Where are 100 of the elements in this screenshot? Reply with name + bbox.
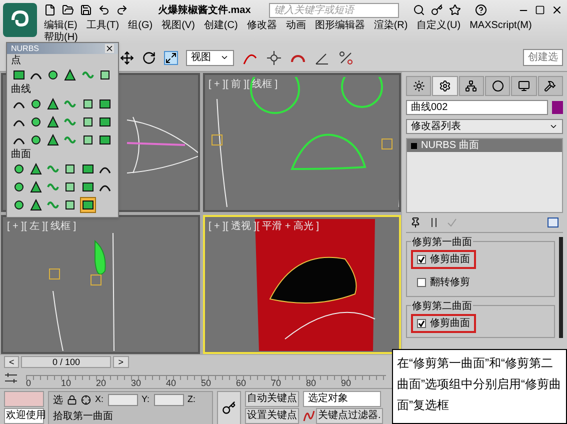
view-dropdown[interactable]: 视图: [186, 50, 234, 66]
menu-item[interactable]: 自定义(U): [416, 20, 461, 32]
check-icon[interactable]: [447, 217, 457, 228]
tool-icon: [47, 163, 60, 175]
stack-item[interactable]: NURBS 曲面: [407, 139, 562, 152]
auto-key-button[interactable]: 自动关键点: [245, 391, 299, 407]
menu-item[interactable]: 工具(T): [86, 20, 120, 32]
viewport[interactable]: [ + ][ 左 ][ 线框 ]: [1, 215, 200, 354]
tool-icon: [64, 163, 76, 175]
redo-icon[interactable]: [116, 4, 128, 16]
selection-set-field[interactable]: 创建选: [523, 49, 563, 66]
menu-item[interactable]: 图形编辑器: [314, 20, 365, 32]
tool-icon: [13, 181, 25, 193]
panel-tab[interactable]: [432, 76, 458, 96]
viewport-label[interactable]: [ + ][ 前 ][ 线框 ]: [208, 77, 278, 92]
viewport-label[interactable]: [ + ][ 透视 ][ 平滑 + 高光 ]: [208, 219, 320, 234]
key-filters-button[interactable]: 关键点过滤器.: [316, 408, 383, 424]
percent-snap-icon[interactable]: [338, 50, 354, 66]
checkbox-option[interactable]: 修剪曲面: [411, 250, 476, 269]
menu-item[interactable]: 渲染(R): [374, 20, 408, 32]
crosshair-icon[interactable]: [81, 395, 91, 405]
panel-tab[interactable]: [511, 76, 537, 96]
viewport-label[interactable]: [ + ][ 左 ][ 线框 ]: [7, 219, 76, 234]
open-folder-icon[interactable]: [62, 4, 74, 16]
schematic-icon[interactable]: [266, 50, 282, 66]
checkbox[interactable]: [417, 319, 426, 328]
checkbox[interactable]: [417, 255, 426, 264]
move-icon[interactable]: [120, 50, 134, 64]
close-icon[interactable]: [105, 44, 114, 53]
maximize-icon[interactable]: [535, 5, 545, 15]
show-result-icon[interactable]: [429, 217, 439, 228]
y-coordinate-field[interactable]: [154, 394, 184, 406]
listener-swatch[interactable]: [4, 391, 44, 407]
tool-icon: [47, 134, 60, 146]
menu-item[interactable]: 创建(C): [204, 20, 238, 32]
checkbox[interactable]: [417, 278, 426, 287]
viewport[interactable]: [ + ][ 前 ][ 线框 ]: [202, 73, 401, 212]
menu-item[interactable]: 帮助(H): [44, 32, 78, 44]
frame-tick-label: 50: [201, 378, 212, 388]
nurbs-tool-button[interactable]: [45, 114, 62, 130]
close-icon[interactable]: [551, 4, 563, 16]
tool-icon: [82, 69, 94, 81]
menu-item[interactable]: 编辑(E): [44, 20, 78, 32]
menu-item[interactable]: MAXScript(M): [470, 20, 532, 32]
menu-item[interactable]: 动画: [286, 20, 306, 32]
next-frame-button[interactable]: >: [113, 356, 129, 368]
search-icon[interactable]: [412, 4, 425, 16]
tool-icon: [82, 181, 94, 193]
viewport[interactable]: [ + ][ 透视 ][ 平滑 + 高光 ]: [202, 215, 401, 354]
panel-tab[interactable]: [458, 76, 484, 96]
help-icon[interactable]: [474, 4, 487, 16]
menu-item[interactable]: 组(G): [128, 20, 153, 32]
config-icon[interactable]: [547, 217, 559, 228]
lock-icon[interactable]: [67, 395, 77, 405]
panel-tab[interactable]: [406, 76, 432, 96]
pin-icon[interactable]: [410, 217, 421, 228]
curve-icon[interactable]: [303, 409, 315, 423]
checkbox-option[interactable]: 修剪曲面: [411, 314, 476, 333]
modifier-list-dropdown[interactable]: 修改器列表: [406, 119, 563, 134]
panel-tab[interactable]: [538, 76, 563, 96]
tool-icon: [82, 98, 94, 110]
previous-frame-button[interactable]: <: [4, 356, 20, 368]
menu-item[interactable]: 修改器: [246, 20, 277, 32]
rotate-icon[interactable]: [142, 50, 156, 64]
time-slider-thumb[interactable]: 0 / 100: [21, 356, 112, 368]
section-label: 点: [11, 54, 22, 67]
search-field[interactable]: 键入关键字或短语: [268, 2, 399, 18]
app-logo-button[interactable]: [3, 3, 37, 37]
undo-icon[interactable]: [98, 4, 110, 16]
selection-dropdown[interactable]: 选定对象: [303, 391, 381, 407]
hierarchy-icon: [465, 80, 478, 92]
monitor-icon: [518, 80, 530, 92]
nurbs-tool-button[interactable]: [28, 179, 44, 195]
key-icon[interactable]: [430, 4, 443, 16]
stack-item-label: NURBS 曲面: [421, 138, 479, 153]
key-mode-button[interactable]: [217, 391, 241, 424]
new-file-icon[interactable]: [44, 4, 56, 16]
star-icon[interactable]: [448, 4, 461, 16]
track-bar-icon[interactable]: [4, 372, 18, 384]
menu-item[interactable]: 视图(V): [162, 20, 195, 32]
nurbs-tool-button[interactable]: [28, 161, 44, 177]
x-coordinate-field[interactable]: [108, 394, 138, 406]
tool-icon: [13, 163, 25, 175]
object-color-swatch[interactable]: [552, 101, 563, 114]
object-name-field[interactable]: 曲线002: [406, 100, 548, 115]
selection-label: 选: [53, 394, 63, 408]
nurbs-tool-button[interactable]: [45, 96, 62, 112]
panel-tab[interactable]: [484, 76, 510, 96]
save-icon[interactable]: [80, 4, 92, 16]
scale-icon[interactable]: [164, 50, 178, 64]
nurbs-tool-button[interactable]: [45, 132, 62, 148]
nurbs-tool-button[interactable]: [80, 197, 96, 213]
tool-icon: [30, 181, 42, 193]
y-label: Y:: [142, 393, 150, 406]
nurbs-tool-button[interactable]: [28, 197, 44, 213]
set-key-button[interactable]: 设置关键点: [245, 408, 299, 424]
frame-tick-label: 60: [236, 378, 248, 388]
nurbs-tool-button[interactable]: [62, 67, 78, 83]
checkbox-option[interactable]: 翻转修剪: [411, 273, 476, 292]
listener-text[interactable]: 欢迎使用: [4, 408, 44, 424]
